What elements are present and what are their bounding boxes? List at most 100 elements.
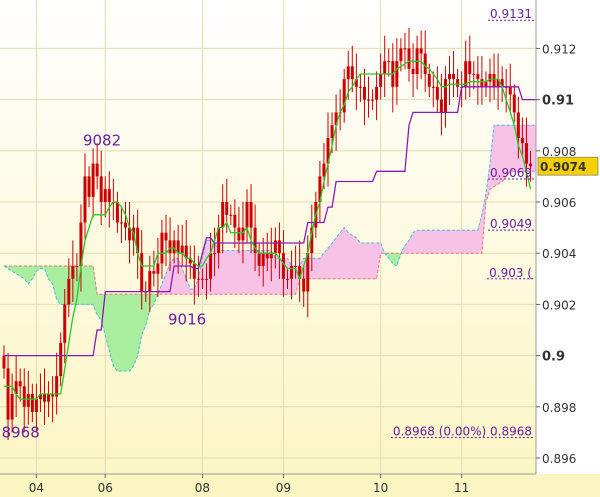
cloud-segment-61 xyxy=(250,250,256,295)
cloud-segment-90 xyxy=(368,242,373,280)
candle-body-74 xyxy=(302,278,306,292)
candle-body-38 xyxy=(156,263,160,274)
ichimoku-chart: 0.9131 0.9069 0.9049 0.903 (0.8968 (0.00%) … xyxy=(0,0,600,497)
y-tick-label-4: 0.904 xyxy=(542,247,576,261)
candle-body-116 xyxy=(472,74,476,75)
cloud-segment-57 xyxy=(234,250,240,295)
candle-body-85 xyxy=(346,66,350,80)
x-tick-label-4: 10 xyxy=(373,481,388,495)
candle-body-47 xyxy=(192,263,196,279)
x-tick-label-2: 08 xyxy=(195,481,210,495)
current-price-badge: 0.9074 xyxy=(537,156,599,176)
cloud-segment-19 xyxy=(80,265,86,305)
cloud-segment-89 xyxy=(364,242,369,280)
candle-body-100 xyxy=(407,48,411,69)
y-tick-label-7: 0.91 xyxy=(542,94,574,109)
y-tick-label-8: 0.912 xyxy=(542,42,576,56)
y-tick-label-5: 0.906 xyxy=(542,196,576,210)
y-tick-label-0: 0.896 xyxy=(542,452,576,466)
cloud-segment-96 xyxy=(392,252,398,267)
candle-body-58 xyxy=(237,227,241,241)
cloud-segment-54 xyxy=(222,250,228,295)
candle-body-30 xyxy=(124,222,127,228)
candle-body-49 xyxy=(200,278,204,280)
cloud-segment-83 xyxy=(339,226,345,280)
candle-body-52 xyxy=(213,253,217,255)
candle-body-37 xyxy=(152,271,156,274)
candle-body-129 xyxy=(524,143,528,164)
candle-body-119 xyxy=(484,81,488,87)
candle-body-51 xyxy=(209,253,213,279)
candle-body-92 xyxy=(375,86,379,100)
candle-body-6 xyxy=(26,394,30,407)
cloud-segment-32 xyxy=(133,293,138,366)
level-label-1: 0.9069 xyxy=(490,166,532,180)
annotation-swing-high: 9082 xyxy=(83,132,121,150)
annotation-swing-mid: 9016 xyxy=(168,311,206,329)
candle-body-21 xyxy=(87,176,91,197)
cloud-segment-112 xyxy=(457,229,462,254)
candle-body-90 xyxy=(367,99,370,101)
candle-body-103 xyxy=(419,48,423,54)
candle-body-68 xyxy=(277,240,281,254)
x-tick-label-5: 11 xyxy=(454,481,469,495)
candle-body-54 xyxy=(221,202,225,228)
cloud-segment-104 xyxy=(424,229,430,254)
cloud-segment-115 xyxy=(469,229,475,254)
candle-body-10 xyxy=(43,394,46,402)
candle-body-48 xyxy=(196,278,200,280)
candle-body-126 xyxy=(512,94,516,113)
cloud-segment-76 xyxy=(311,257,317,280)
candle-body-111 xyxy=(452,74,456,80)
candle-body-40 xyxy=(164,232,168,241)
candle-body-1 xyxy=(6,368,10,420)
candle-body-4 xyxy=(18,381,22,387)
candle-body-14 xyxy=(59,342,63,377)
cloud-segment-21 xyxy=(88,265,94,305)
cloud-segment-80 xyxy=(327,242,333,280)
cloud-segment-53 xyxy=(218,250,223,295)
candle-body-125 xyxy=(508,86,512,95)
candle-body-17 xyxy=(71,266,75,279)
candle-body-67 xyxy=(273,240,277,254)
candle-body-93 xyxy=(379,74,383,87)
current-price-label: 0.9074 xyxy=(540,160,586,174)
y-tick-label-3: 0.902 xyxy=(542,298,576,312)
candle-body-98 xyxy=(399,48,403,62)
candle-body-22 xyxy=(91,163,95,197)
candle-body-97 xyxy=(395,61,399,87)
cloud-segment-79 xyxy=(323,247,329,280)
candle-body-118 xyxy=(480,79,484,87)
cloud-segment-77 xyxy=(315,257,321,280)
y-tick-label-2: 0.9 xyxy=(542,350,565,365)
candle-body-59 xyxy=(241,227,245,241)
candle-body-110 xyxy=(448,74,451,80)
cloud-segment-81 xyxy=(331,236,337,280)
cloud-segment-101 xyxy=(412,229,418,254)
candle-body-115 xyxy=(468,61,472,74)
cloud-segment-125 xyxy=(509,124,515,172)
cloud-segment-28 xyxy=(117,293,122,372)
x-axis-panel xyxy=(0,474,600,497)
candle-body-50 xyxy=(205,278,208,280)
candle-body-8 xyxy=(34,399,38,412)
candle-body-71 xyxy=(290,266,294,279)
cloud-segment-59 xyxy=(242,250,248,295)
candle-body-108 xyxy=(439,99,443,113)
cloud-segment-106 xyxy=(432,229,438,254)
candle-body-88 xyxy=(358,86,362,88)
x-axis: 04 06 08 09 10 11 xyxy=(0,473,600,497)
candle-body-26 xyxy=(107,189,111,202)
candle-body-94 xyxy=(383,61,387,74)
candle-body-23 xyxy=(95,163,99,177)
candle-body-42 xyxy=(172,240,176,254)
candle-body-66 xyxy=(269,253,273,259)
candle-body-2 xyxy=(10,394,14,420)
cloud-segment-111 xyxy=(453,229,458,254)
candle-body-106 xyxy=(431,86,435,88)
cloud-segment-110 xyxy=(449,229,454,254)
candle-body-99 xyxy=(403,48,407,50)
candle-body-69 xyxy=(281,253,285,279)
cloud-segment-27 xyxy=(113,293,118,372)
cloud-segment-103 xyxy=(420,229,426,254)
